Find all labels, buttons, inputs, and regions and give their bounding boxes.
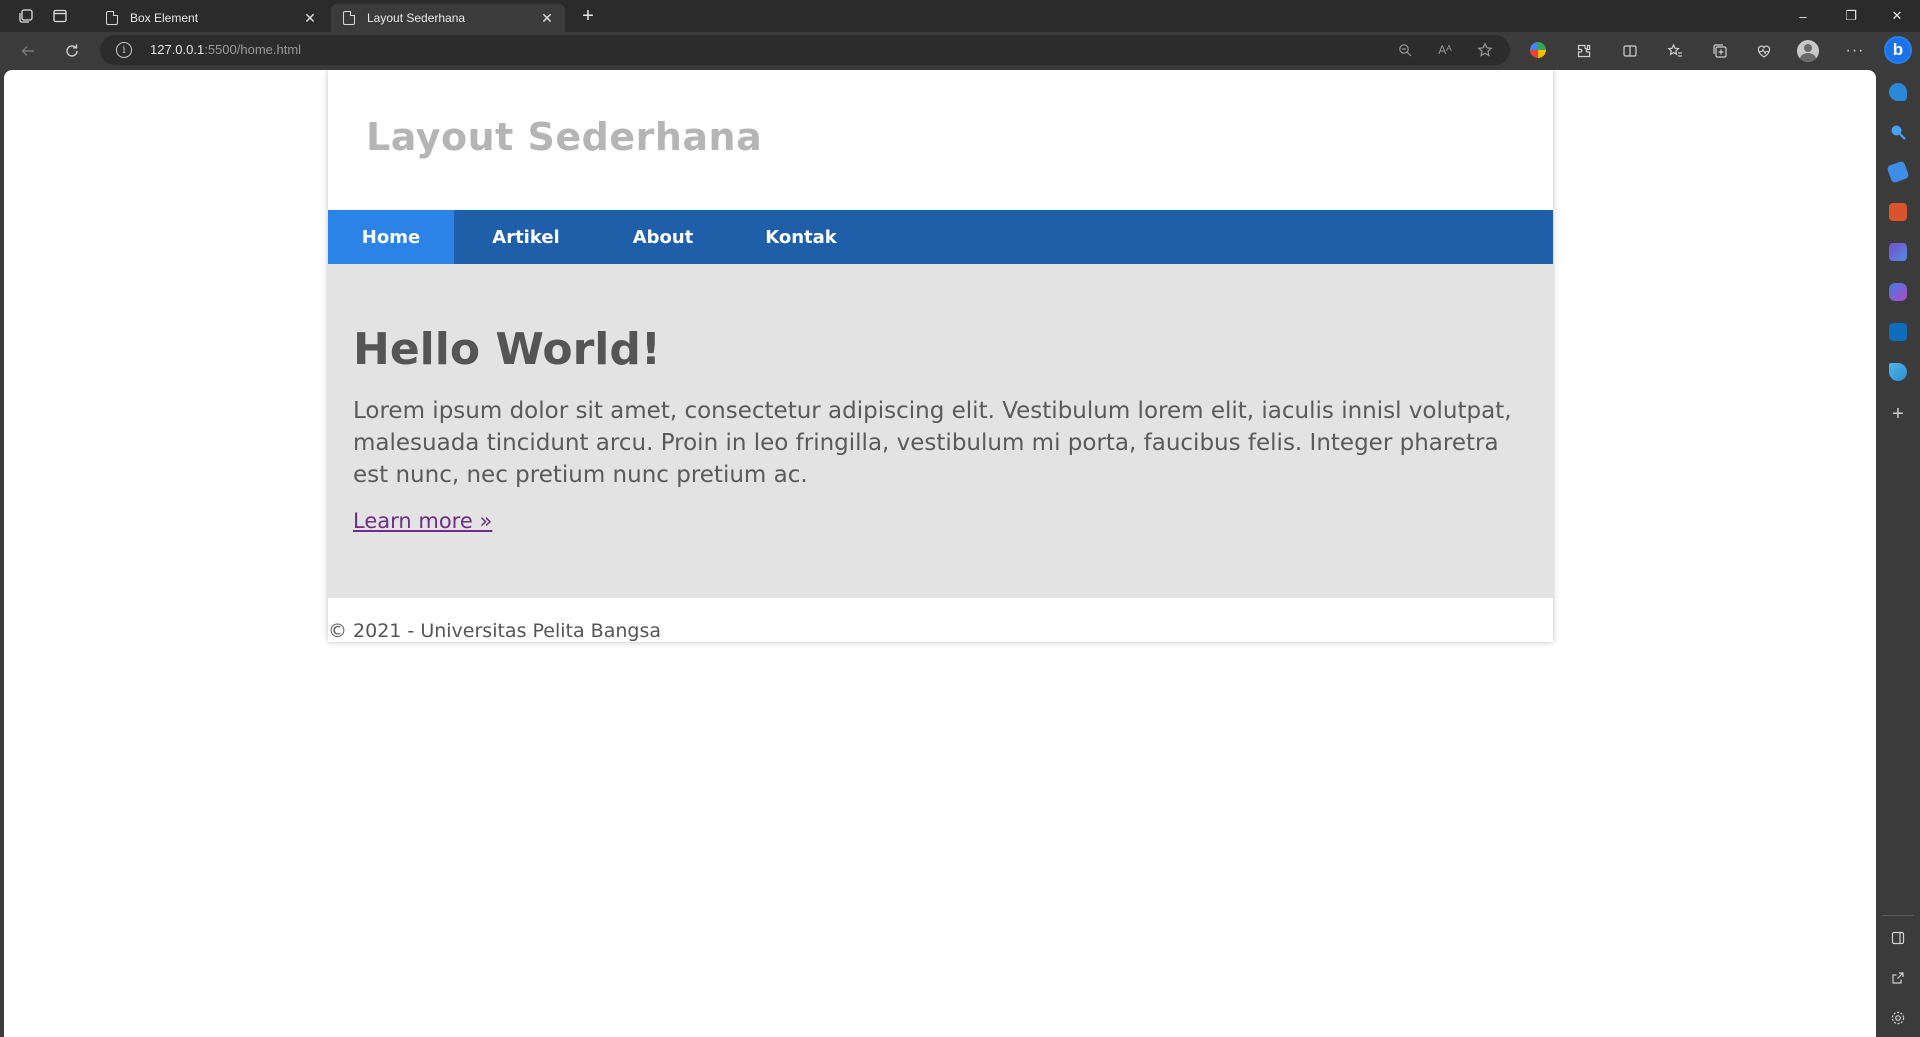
add-sidebar-app-icon[interactable]: +: [1888, 403, 1908, 425]
read-aloud-icon[interactable]: Aᴬ: [1436, 41, 1454, 59]
site-header: Layout Sederhana: [328, 70, 1553, 210]
url-text[interactable]: 127.0.0.1:5500/home.html: [150, 42, 301, 57]
tab-label: Box Element: [130, 11, 199, 25]
workspaces-icon[interactable]: [12, 4, 40, 28]
browser-toolbar: i 127.0.0.1:5500/home.html Aᴬ ···: [0, 32, 1920, 70]
tab-label: Layout Sederhana: [367, 11, 466, 25]
profile-avatar[interactable]: [1797, 40, 1819, 62]
bing-copilot-button[interactable]: b: [1884, 36, 1912, 64]
browser-sidebar: [1876, 32, 1920, 1037]
copilot-icon[interactable]: [1889, 283, 1907, 301]
url-path: :5500/home.html: [204, 42, 302, 57]
refresh-icon[interactable]: [58, 37, 86, 65]
nav-about[interactable]: About: [598, 210, 728, 264]
search-icon[interactable]: [1889, 123, 1907, 141]
sidebar-divider: [1882, 915, 1914, 916]
page-container: Layout Sederhana Home Artikel About Kont…: [328, 70, 1553, 642]
site-info-icon[interactable]: i: [116, 42, 132, 58]
favorites-icon[interactable]: [1661, 37, 1689, 65]
main-nav: Home Artikel About Kontak: [328, 210, 1553, 264]
sidebar-toggle-icon[interactable]: [1888, 928, 1908, 948]
site-title: Layout Sederhana: [366, 115, 763, 159]
restore-button[interactable]: ❐: [1828, 0, 1874, 32]
nav-kontak[interactable]: Kontak: [728, 210, 874, 264]
extension-icon[interactable]: [1530, 42, 1546, 58]
performance-icon[interactable]: [1750, 37, 1778, 65]
page-icon: [106, 11, 118, 25]
split-screen-icon[interactable]: [1616, 37, 1644, 65]
collections-icon[interactable]: [1706, 37, 1734, 65]
settings-icon[interactable]: [1888, 1008, 1908, 1028]
back-icon[interactable]: [14, 37, 42, 65]
page-viewport: Layout Sederhana Home Artikel About Kont…: [4, 70, 1876, 1037]
more-icon[interactable]: ···: [1841, 37, 1869, 65]
new-tab-button[interactable]: +: [576, 4, 600, 28]
games-icon[interactable]: [1889, 243, 1907, 261]
close-tab-icon[interactable]: ✕: [300, 8, 320, 28]
tools-icon[interactable]: [1889, 203, 1907, 221]
tab-layout-sederhana[interactable]: Layout Sederhana ✕: [331, 4, 565, 32]
hero-body: Lorem ipsum dolor sit amet, consectetur …: [353, 398, 1512, 488]
address-bar[interactable]: i 127.0.0.1:5500/home.html Aᴬ: [100, 35, 1510, 65]
nav-artikel[interactable]: Artikel: [454, 210, 598, 264]
learn-more-link[interactable]: Learn more »: [353, 509, 492, 533]
close-window-button[interactable]: ✕: [1874, 0, 1920, 32]
notifications-icon[interactable]: [1889, 83, 1907, 101]
extensions-puzzle-icon[interactable]: [1570, 37, 1598, 65]
hero-heading: Hello World!: [353, 324, 661, 375]
tab-box-element[interactable]: Box Element ✕: [94, 4, 328, 32]
telegram-icon[interactable]: [1889, 363, 1907, 381]
favorite-star-icon[interactable]: [1476, 41, 1494, 59]
outlook-icon[interactable]: [1889, 323, 1907, 341]
tab-strip: Box Element ✕ Layout Sederhana ✕ + – ❐ ✕: [0, 0, 1920, 32]
minimize-button[interactable]: –: [1780, 0, 1826, 32]
hero-section: Hello World! Lorem ipsum dolor sit amet,…: [328, 264, 1553, 598]
page-icon: [343, 11, 355, 25]
site-footer: © 2021 - Universitas Pelita Bangsa: [328, 620, 661, 642]
zoom-icon[interactable]: [1396, 41, 1414, 59]
tab-actions-icon[interactable]: [46, 4, 74, 28]
url-host: 127.0.0.1: [150, 42, 205, 57]
nav-home[interactable]: Home: [328, 210, 454, 264]
external-link-icon[interactable]: [1888, 968, 1908, 988]
close-tab-icon[interactable]: ✕: [537, 8, 557, 28]
